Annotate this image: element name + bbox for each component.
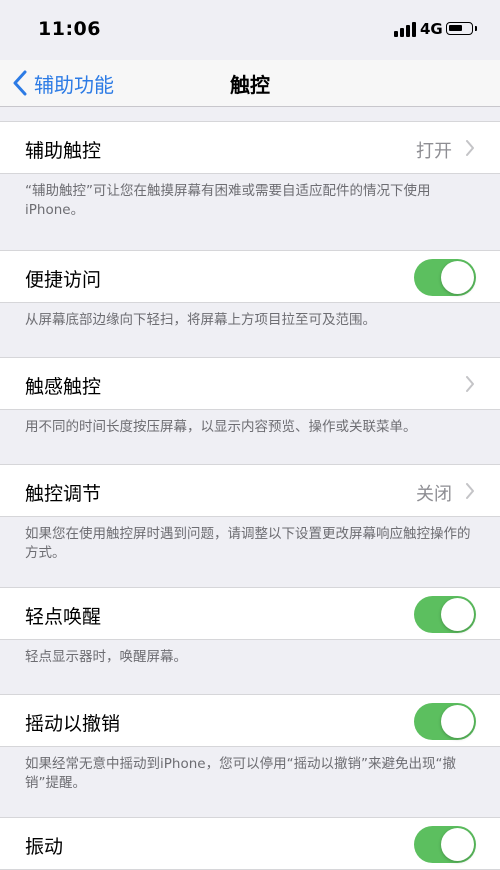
battery-nub <box>475 26 477 31</box>
group-haptic-touch: 触感触控 用不同的时间长度按压屏幕，以显示内容预览、操作或关联菜单。 <box>0 357 500 464</box>
footer-text: 轻点显示器时，唤醒屏幕。 <box>25 649 187 665</box>
group-reachability: 便捷访问 从屏幕底部边缘向下轻扫，将屏幕上方项目拉至可及范围。 <box>0 250 500 357</box>
cell-label: 触感触控 <box>25 376 102 398</box>
footer-text: 如果您在使用触控屏时遇到问题，请调整以下设置更改屏幕响应触控操作的方式。 <box>25 526 471 561</box>
group-tap-to-wake: 轻点唤醒 轻点显示器时，唤醒屏幕。 <box>0 587 500 694</box>
status-bar: 11:06 4G <box>0 0 500 60</box>
settings-list: 辅助触控 打开 “辅助触控”可让您在触摸屏幕有困难或需要自适应配件的情况下使用i… <box>0 107 500 870</box>
cell-tap-to-wake: 轻点唤醒 <box>0 587 500 640</box>
battery-icon <box>446 22 473 35</box>
shake-to-undo-toggle[interactable] <box>414 703 476 740</box>
footer-text: 从屏幕底部边缘向下轻扫，将屏幕上方项目拉至可及范围。 <box>25 312 376 328</box>
cell-label: 便捷访问 <box>25 269 102 291</box>
cell-label: 轻点唤醒 <box>25 606 102 628</box>
cell-value: 打开 <box>416 141 452 162</box>
chevron-right-icon <box>466 483 474 499</box>
cell-label: 振动 <box>25 836 64 858</box>
vibration-toggle[interactable] <box>414 826 476 863</box>
cell-haptic-touch[interactable]: 触感触控 <box>0 357 500 410</box>
toggle-knob <box>441 261 474 294</box>
nav-bar: 辅助功能 触控 <box>0 60 500 107</box>
group-shake-to-undo: 摇动以撤销 如果经常无意中摇动到iPhone，您可以停用“摇动以撤销”来避免出现… <box>0 694 500 817</box>
footer-text: “辅助触控”可让您在触摸屏幕有困难或需要自适应配件的情况下使用iPhone。 <box>25 183 431 218</box>
cell-shake-to-undo: 摇动以撤销 <box>0 694 500 747</box>
chevron-right-icon <box>466 376 474 392</box>
cell-reachability: 便捷访问 <box>0 250 500 303</box>
page-title: 触控 <box>230 73 270 97</box>
group-assistive-touch: 辅助触控 打开 “辅助触控”可让您在触摸屏幕有困难或需要自适应配件的情况下使用i… <box>0 121 500 250</box>
network-type: 4G <box>420 20 443 38</box>
signal-icon <box>394 21 416 37</box>
cell-touch-accommodations[interactable]: 触控调节 关闭 <box>0 464 500 517</box>
chevron-right-icon <box>466 140 474 156</box>
footer-text: 如果经常无意中摇动到iPhone，您可以停用“摇动以撤销”来避免出现“撤销”提醒… <box>25 756 457 791</box>
toggle-knob <box>441 598 474 631</box>
reachability-toggle[interactable] <box>414 259 476 296</box>
cell-vibration: 振动 <box>0 817 500 870</box>
group-touch-accommodations: 触控调节 关闭 如果您在使用触控屏时遇到问题，请调整以下设置更改屏幕响应触控操作… <box>0 464 500 587</box>
cell-label: 摇动以撤销 <box>25 713 121 735</box>
footer-text: 用不同的时间长度按压屏幕，以显示内容预览、操作或关联菜单。 <box>25 419 417 435</box>
toggle-knob <box>441 705 474 738</box>
cell-assistive-touch[interactable]: 辅助触控 打开 <box>0 121 500 174</box>
cell-label: 触控调节 <box>25 483 102 505</box>
group-vibration: 振动 <box>0 817 500 870</box>
cell-label: 辅助触控 <box>25 140 102 162</box>
status-time: 11:06 <box>38 18 101 40</box>
cell-value: 关闭 <box>416 484 452 505</box>
toggle-knob <box>441 828 474 861</box>
tap-to-wake-toggle[interactable] <box>414 596 476 633</box>
